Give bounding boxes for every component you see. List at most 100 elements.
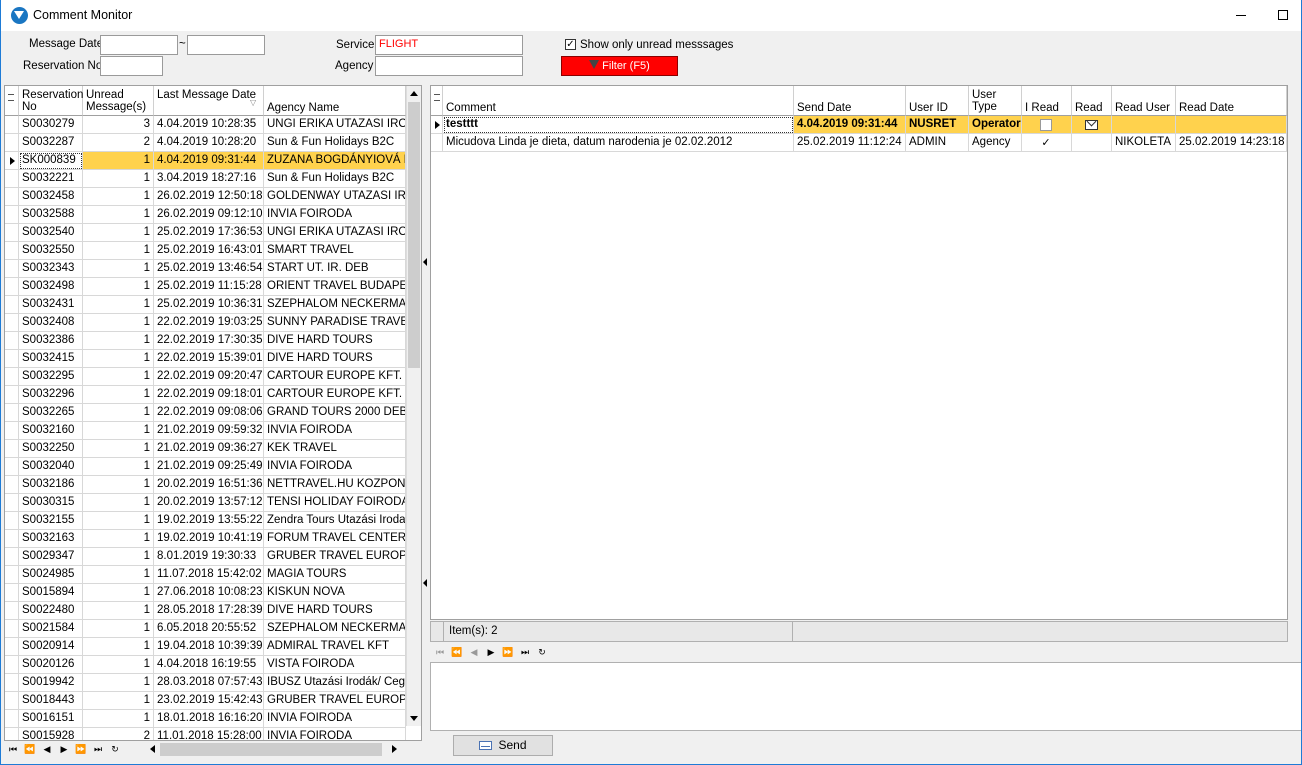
table-row[interactable]: S0032415 1 22.02.2019 15:39:01 DIVE HARD TO… <box>5 350 406 368</box>
table-row[interactable]: S0032550 1 25.02.2019 16:43:01 SMART TRAVEL <box>5 242 406 260</box>
table-row[interactable]: S0018443 1 23.02.2019 15:42:43 GRUBER TRAVE… <box>5 692 406 710</box>
message-date-from-input[interactable] <box>100 35 178 55</box>
prev-record-icon[interactable]: ◀ <box>466 644 482 660</box>
header-user-id[interactable]: User ID <box>906 86 969 116</box>
header-user-type[interactable]: User Type <box>969 86 1022 116</box>
comment-input[interactable] <box>430 662 1302 731</box>
table-row[interactable]: S0032386 1 22.02.2019 17:30:35 DIVE HARD TO… <box>5 332 406 350</box>
comment-row[interactable]: testttt 4.04.2019 09:31:44 NUSRET Operator <box>431 116 1287 134</box>
table-cell: S0032250 <box>19 440 83 458</box>
table-row[interactable]: S0019942 1 28.03.2018 07:57:43 IBUSZ Utazás… <box>5 674 406 692</box>
sort-desc-icon: ▽ <box>250 98 257 107</box>
table-row[interactable]: S0022480 1 28.05.2018 17:28:39 DIVE HARD TO… <box>5 602 406 620</box>
table-row[interactable]: S0032343 1 25.02.2019 13:46:54 START UT. IR… <box>5 260 406 278</box>
table-cell: INVIA FOIRODA <box>264 710 406 728</box>
collapse-left-icon[interactable] <box>423 258 427 266</box>
header-i-read[interactable]: I Read <box>1022 86 1072 116</box>
row-indicator <box>5 530 19 548</box>
header-last-message-date[interactable]: Last Message Date <box>154 86 264 116</box>
table-row[interactable]: S0032295 1 22.02.2019 09:20:47 CARTOUR EURO… <box>5 368 406 386</box>
agency-input[interactable] <box>375 56 523 76</box>
refresh-icon[interactable]: ↻ <box>107 741 123 757</box>
table-row[interactable]: S0020126 1 4.04.2018 16:19:55 VISTA FOIRODA <box>5 656 406 674</box>
comment-row[interactable]: Micudova Linda je dieta, datum narodenia… <box>431 134 1287 152</box>
table-row[interactable]: S0030279 3 4.04.2019 10:28:35 UNGI ERIKA UT… <box>5 116 406 134</box>
table-row[interactable]: S0029347 1 8.01.2019 19:30:33 GRUBER TRAVEL… <box>5 548 406 566</box>
table-cell: GOLDENWAY UTAZASI IRODA <box>264 188 406 206</box>
table-row[interactable]: S0032186 1 20.02.2019 16:51:36 NETTRAVEL.HU… <box>5 476 406 494</box>
minimize-button[interactable] <box>1226 3 1256 27</box>
table-row[interactable]: S0032163 1 19.02.2019 10:41:19 FORUM TRAVEL… <box>5 530 406 548</box>
prev-page-icon[interactable]: ⏪ <box>449 644 465 660</box>
table-row[interactable]: S0032296 1 22.02.2019 09:18:01 CARTOUR EURO… <box>5 386 406 404</box>
scroll-thumb[interactable] <box>408 102 420 368</box>
send-button[interactable]: Send <box>453 735 553 756</box>
header-read[interactable]: Read <box>1072 86 1112 116</box>
table-row[interactable]: S0016151 1 18.01.2018 16:16:20 INVIA FOIROD… <box>5 710 406 728</box>
table-row[interactable]: S0032498 1 25.02.2019 11:15:28 ORIENT TRAVE… <box>5 278 406 296</box>
next-record-icon[interactable]: ▶ <box>56 741 72 757</box>
table-cell: 21.02.2019 09:36:27 <box>154 440 264 458</box>
table-cell: S0022480 <box>19 602 83 620</box>
table-row[interactable]: S0032265 1 22.02.2019 09:08:06 GRAND TOURS … <box>5 404 406 422</box>
header-comment[interactable]: Comment <box>443 86 794 116</box>
table-row[interactable]: S0015894 1 27.06.2018 10:08:23 KISKUN NOVA <box>5 584 406 602</box>
first-record-icon[interactable]: ⏮ <box>5 741 21 757</box>
header-read-user[interactable]: Read User <box>1112 86 1176 116</box>
table-row[interactable]: S0032160 1 21.02.2019 09:59:32 INVIA FOIROD… <box>5 422 406 440</box>
table-row[interactable]: S0024985 1 11.07.2018 15:42:02 MAGIA TOURS <box>5 566 406 584</box>
reservation-no-input[interactable] <box>100 56 163 76</box>
first-record-icon[interactable]: ⏮ <box>432 644 448 660</box>
table-row[interactable]: S0032408 1 22.02.2019 19:03:25 SUNNY PARADI… <box>5 314 406 332</box>
grid-menu-icon[interactable] <box>5 86 19 116</box>
table-row[interactable]: S0032588 1 26.02.2019 09:12:10 INVIA FOIROD… <box>5 206 406 224</box>
header-read-date[interactable]: Read Date <box>1176 86 1287 116</box>
table-row[interactable]: SK000839 1 4.04.2019 09:31:44 ZUZANA BOGDÁN… <box>5 152 406 170</box>
left-vertical-scrollbar[interactable] <box>406 86 421 726</box>
table-cell: S0019942 <box>19 674 83 692</box>
i-read-checkbox[interactable] <box>1040 119 1052 131</box>
table-cell: 25.02.2019 16:43:01 <box>154 242 264 260</box>
header-agency-name[interactable]: Agency Name <box>264 86 406 116</box>
table-row[interactable]: S0032431 1 25.02.2019 10:36:31 SZEPHALOM NE… <box>5 296 406 314</box>
scroll-down-icon[interactable] <box>410 716 418 721</box>
table-cell: 2 <box>83 134 154 152</box>
splitter[interactable] <box>422 85 430 741</box>
table-row[interactable]: S0032287 2 4.04.2019 10:28:20 Sun & Fun Hol… <box>5 134 406 152</box>
comment-grid-menu-icon[interactable] <box>431 86 443 116</box>
table-row[interactable]: S0032540 1 25.02.2019 17:36:53 UNGI ERIKA U… <box>5 224 406 242</box>
unread-only-checkbox[interactable]: ✓ <box>565 39 576 50</box>
collapse-left-icon-2[interactable] <box>423 579 427 587</box>
table-row[interactable]: S0032221 1 3.04.2019 18:27:16 Sun & Fun Hol… <box>5 170 406 188</box>
table-row[interactable]: S0032155 1 19.02.2019 13:55:22 Zendra Tours… <box>5 512 406 530</box>
header-reservation-no[interactable]: Reservation No <box>19 86 83 116</box>
next-record-icon[interactable]: ▶ <box>483 644 499 660</box>
next-page-icon[interactable]: ⏩ <box>500 644 516 660</box>
envelope-icon[interactable] <box>1085 116 1098 130</box>
table-row[interactable]: S0032250 1 21.02.2019 09:36:27 KEK TRAVEL <box>5 440 406 458</box>
table-row[interactable]: S0030315 1 20.02.2019 13:57:12 TENSI HOLIDA… <box>5 494 406 512</box>
hscroll-left-icon[interactable] <box>150 745 155 753</box>
filter-button[interactable]: Filter (F5) <box>561 56 678 76</box>
last-record-icon[interactable]: ⏭ <box>90 741 106 757</box>
hscroll-right-icon[interactable] <box>392 745 397 753</box>
scroll-up-icon[interactable] <box>410 91 418 96</box>
header-send-date[interactable]: Send Date <box>794 86 906 116</box>
hscroll-thumb[interactable] <box>160 743 382 756</box>
table-row[interactable]: S0032458 1 26.02.2019 12:50:18 GOLDENWAY UT… <box>5 188 406 206</box>
table-row[interactable]: S0020914 1 19.04.2018 10:39:39 ADMIRAL TRAV… <box>5 638 406 656</box>
prev-page-icon[interactable]: ⏪ <box>22 741 38 757</box>
header-unread-messages[interactable]: Unread Message(s) <box>83 86 154 116</box>
maximize-button[interactable] <box>1268 3 1298 27</box>
left-horizontal-scrollbar[interactable] <box>143 740 405 741</box>
table-row[interactable]: S0021584 1 6.05.2018 20:55:52 SZEPHALOM NEC… <box>5 620 406 638</box>
service-input[interactable]: FLIGHT <box>375 35 523 55</box>
table-cell: 22.02.2019 09:18:01 <box>154 386 264 404</box>
last-record-icon[interactable]: ⏭ <box>517 644 533 660</box>
prev-record-icon[interactable]: ◀ <box>39 741 55 757</box>
i-read-checkbox[interactable]: ✓ <box>1040 137 1052 149</box>
refresh-icon[interactable]: ↻ <box>534 644 550 660</box>
table-row[interactable]: S0032040 1 21.02.2019 09:25:49 INVIA FOIROD… <box>5 458 406 476</box>
next-page-icon[interactable]: ⏩ <box>73 741 89 757</box>
message-date-to-input[interactable] <box>187 35 265 55</box>
